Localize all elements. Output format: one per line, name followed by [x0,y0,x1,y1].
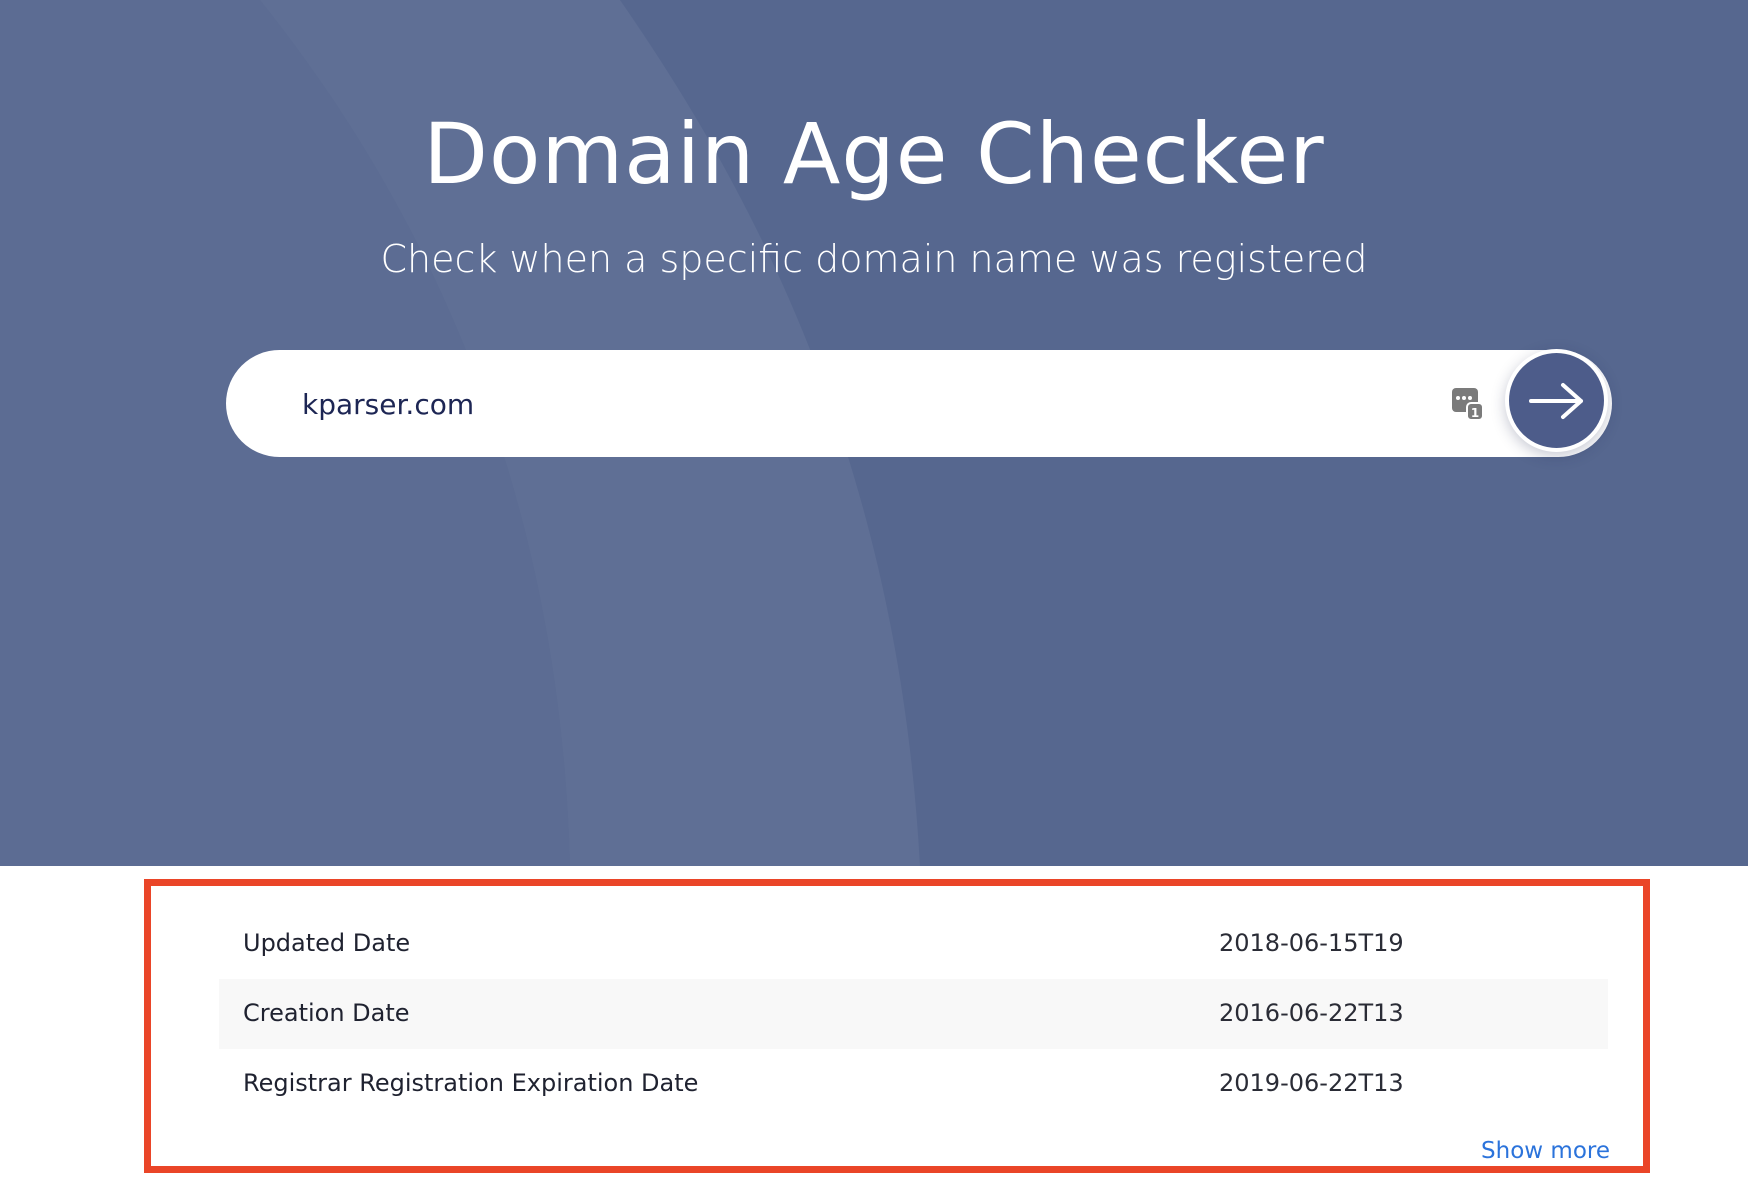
result-label: Creation Date [243,999,410,1027]
hero-banner: Domain Age Checker Check when a specific… [0,0,1748,866]
page-subtitle: Check when a specific domain name was re… [380,237,1368,281]
password-manager-icon[interactable]: 1 [1450,386,1486,422]
result-row-updated-date: Updated Date 2018-06-15T19 [219,909,1608,979]
show-more-link[interactable]: Show more [1440,1138,1610,1164]
domain-search-bar: 1 [226,349,1612,457]
domain-input[interactable] [302,376,1362,432]
result-value: 2018-06-15T19 [1219,929,1404,957]
result-row-expiration-date: Registrar Registration Expiration Date 2… [219,1049,1608,1119]
submit-button[interactable] [1505,349,1608,452]
arrow-right-icon [1528,382,1583,419]
page-title: Domain Age Checker [423,105,1325,203]
result-value: 2019-06-22T13 [1219,1069,1404,1097]
result-label: Registrar Registration Expiration Date [243,1069,699,1097]
result-row-creation-date: Creation Date 2016-06-22T13 [219,979,1608,1049]
svg-text:1: 1 [1471,406,1479,420]
result-value: 2016-06-22T13 [1219,999,1404,1027]
result-label: Updated Date [243,929,411,957]
